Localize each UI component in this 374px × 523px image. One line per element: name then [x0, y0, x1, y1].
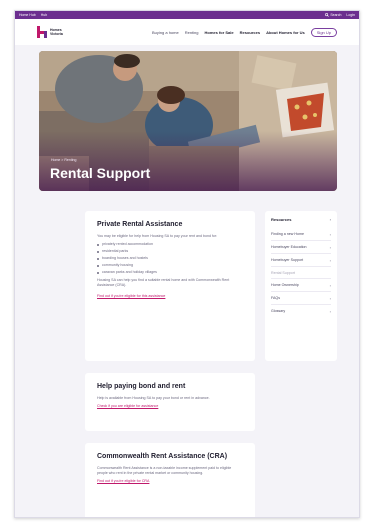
sidebar-item-glossary[interactable]: Glossary › — [271, 305, 331, 317]
card-link[interactable]: Check if you are eligible for assistance — [97, 404, 243, 408]
utility-link-2[interactable]: Hub — [41, 13, 47, 17]
list-item: residential parks — [97, 249, 243, 254]
chevron-right-icon: › — [329, 231, 331, 237]
sidebar-item-rental-support[interactable]: Rental Support — [271, 267, 331, 279]
site-logo[interactable]: Homes Victoria — [37, 26, 68, 38]
search-label: Search — [330, 13, 342, 17]
signup-button[interactable]: Sign Up — [310, 27, 337, 37]
sidebar-item-label: Rental Support — [271, 270, 295, 275]
breadcrumb[interactable]: Home > Renting — [51, 158, 76, 162]
utility-search[interactable]: Search — [325, 13, 341, 17]
nav-about[interactable]: About Homes for Us — [266, 30, 305, 35]
resources-sidebar: Resources › Finding a new Home › Homebuye… — [265, 211, 337, 361]
card-intro: Commonwealth Rent Assistance is a non-ta… — [97, 466, 232, 475]
list-item: boarding houses and hostels — [97, 256, 243, 261]
card-intro: You may be eligible for help from Housin… — [97, 234, 218, 238]
nav-buying[interactable]: Buying a home — [152, 30, 179, 35]
list-item: community housing — [97, 263, 243, 268]
sidebar-item-label: FAQs — [271, 295, 280, 300]
sidebar-item-label: Finding a new Home — [271, 231, 304, 236]
hero-overlay — [39, 131, 337, 191]
logo-mark-icon — [37, 26, 48, 38]
list-item: privately rented accommodation — [97, 242, 243, 247]
card-bond-rent: Help paying bond and rent Help is availa… — [85, 373, 255, 431]
nav-links: Buying a home Renting Homes for Sale Res… — [152, 19, 337, 45]
page-screenshot: Home Hub Hub Search Login Homes Victoria… — [14, 10, 360, 518]
logo-text: Homes Victoria — [50, 28, 63, 36]
page-title: Rental Support — [50, 165, 151, 181]
chevron-right-icon: › — [329, 217, 331, 222]
card-intro: Help is available from Housing SA to pay… — [97, 396, 210, 400]
sidebar-item-homebuyer-education[interactable]: Homebuyer Education › — [271, 241, 331, 254]
sidebar-title-label: Resources — [271, 217, 292, 222]
card-title: Commonwealth Rent Assistance (CRA) — [97, 453, 228, 460]
nav-resources[interactable]: Resources — [240, 30, 260, 35]
hero-banner: Home > Renting Rental Support — [39, 51, 337, 191]
chevron-right-icon: › — [329, 295, 331, 301]
main-nav: Homes Victoria Buying a home Renting Hom… — [15, 19, 359, 45]
sidebar-item-label: Home Ownership — [271, 282, 299, 287]
utility-bar: Home Hub Hub Search Login — [15, 11, 359, 19]
sidebar-item-label: Homebuyer Support — [271, 257, 304, 262]
eligibility-list: privately rented accommodation residenti… — [97, 242, 243, 275]
list-item: caravan parks and holiday villages — [97, 270, 243, 275]
sidebar-item-faqs[interactable]: FAQs › — [271, 292, 331, 305]
login-link[interactable]: Login — [346, 13, 355, 17]
utility-link-1[interactable]: Home Hub — [19, 13, 36, 17]
sidebar-item-homebuyer-support[interactable]: Homebuyer Support › — [271, 254, 331, 267]
search-icon — [325, 13, 330, 17]
sidebar-item-home-ownership[interactable]: Home Ownership › — [271, 279, 331, 292]
sidebar-item-label: Homebuyer Education — [271, 244, 307, 249]
card-link[interactable]: Find out if you're eligible for this ass… — [97, 294, 243, 298]
card-note: Housing SA can help you find a suitable … — [97, 278, 230, 287]
card-cra: Commonwealth Rent Assistance (CRA) Commo… — [85, 443, 255, 517]
nav-homes-for-sale[interactable]: Homes for Sale — [205, 30, 234, 35]
chevron-right-icon: › — [329, 244, 331, 250]
chevron-right-icon: › — [329, 282, 331, 288]
nav-renting[interactable]: Renting — [185, 30, 199, 35]
chevron-right-icon: › — [329, 308, 331, 314]
card-private-rental: Private Rental Assistance You may be eli… — [85, 211, 255, 361]
card-title: Help paying bond and rent — [97, 383, 186, 390]
chevron-right-icon: › — [329, 257, 331, 263]
sidebar-item-label: Glossary — [271, 308, 286, 313]
card-link[interactable]: Find out if you're eligible for CRA — [97, 479, 243, 483]
sidebar-title[interactable]: Resources › — [271, 217, 331, 222]
sidebar-item-finding-home[interactable]: Finding a new Home › — [271, 228, 331, 241]
card-title: Private Rental Assistance — [97, 221, 183, 228]
